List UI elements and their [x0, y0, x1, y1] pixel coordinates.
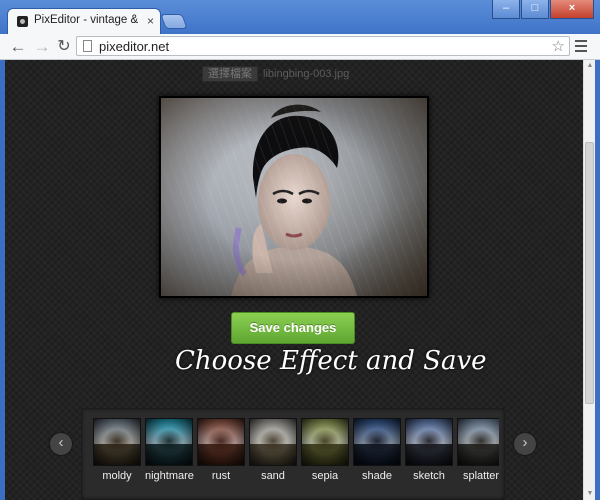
tab-title: PixEditor - vintage & retr — [34, 14, 142, 26]
pixeditor-favicon-icon — [17, 16, 28, 27]
browser-window: PixEditor - vintage & retr × – □ × ← → ↻… — [0, 0, 600, 500]
url-text[interactable]: pixeditor.net — [99, 39, 169, 54]
minimize-button[interactable]: – — [492, 0, 520, 19]
hamburger-menu-icon[interactable] — [575, 40, 587, 52]
effect-label: sketch — [413, 470, 445, 482]
effect-item[interactable]: nightmare — [145, 418, 194, 482]
effect-label: nightmare — [145, 470, 194, 482]
thumbnail-vignette — [302, 419, 348, 465]
effect-item[interactable]: moldy — [93, 418, 141, 482]
selected-file-name: libingbing-003.jpg — [263, 67, 350, 80]
effect-thumbnail[interactable] — [405, 418, 453, 466]
effect-label: rust — [211, 470, 231, 482]
previous-effects-arrow-icon[interactable]: ‹ — [50, 433, 72, 455]
thumbnail-vignette — [146, 419, 192, 465]
effect-label: shade — [362, 470, 392, 482]
effect-item[interactable]: shade — [353, 418, 401, 482]
close-window-button[interactable]: × — [550, 0, 594, 19]
edited-photo — [161, 98, 427, 296]
effect-item[interactable]: rust — [197, 418, 245, 482]
effect-thumbnail[interactable] — [353, 418, 401, 466]
effect-thumbnail[interactable] — [145, 418, 193, 466]
thumbnail-vignette — [458, 419, 499, 465]
bookmark-star-icon[interactable]: ☆ — [552, 37, 565, 55]
address-bar[interactable]: pixeditor.net ☆ — [76, 36, 570, 56]
photo-vignette-overlay — [161, 98, 427, 296]
effect-thumbnail[interactable] — [457, 418, 499, 466]
effect-item[interactable]: splatter — [457, 418, 499, 482]
photo-preview-frame — [159, 96, 429, 298]
effect-item[interactable]: sepia — [301, 418, 349, 482]
tagline-text: Choose Effect and Save — [175, 346, 487, 376]
page-content: 選擇檔案 libingbing-003.jpg Save changes Cho… — [5, 60, 583, 500]
effect-item[interactable]: sand — [249, 418, 297, 482]
effect-label: sand — [261, 470, 285, 482]
effect-label: splatter — [462, 470, 499, 482]
effects-track: moldy nightmare rust sand sepia shade sketch sp… — [89, 418, 499, 500]
effect-label: sepia — [311, 470, 339, 482]
browser-toolbar: ← → ↻ pixeditor.net ☆ — [0, 34, 600, 60]
maximize-button[interactable]: □ — [521, 0, 549, 19]
effect-item[interactable]: sketch — [405, 418, 453, 482]
effect-thumbnail[interactable] — [93, 418, 141, 466]
thumbnail-vignette — [250, 419, 296, 465]
scrollbar-thumb[interactable] — [585, 142, 594, 404]
window-controls: – □ × — [491, 0, 594, 20]
file-picker: 選擇檔案 libingbing-003.jpg — [202, 65, 350, 82]
effect-thumbnail[interactable] — [301, 418, 349, 466]
effect-thumbnail[interactable] — [197, 418, 245, 466]
browser-tab[interactable]: PixEditor - vintage & retr × — [8, 9, 160, 34]
new-tab-button[interactable] — [161, 15, 187, 28]
thumbnail-vignette — [406, 419, 452, 465]
choose-file-button[interactable]: 選擇檔案 — [202, 65, 258, 82]
scroll-up-arrow-icon[interactable]: ▲ — [586, 62, 594, 70]
effects-carousel: moldy nightmare rust sand sepia shade sketch sp… — [81, 408, 505, 500]
window-frame-right — [595, 60, 600, 500]
tab-close-icon[interactable]: × — [147, 14, 154, 28]
vertical-scrollbar[interactable]: ▲ ▼ — [583, 60, 595, 500]
next-effects-arrow-icon[interactable]: › — [514, 433, 536, 455]
scroll-down-arrow-icon[interactable]: ▼ — [586, 490, 594, 498]
back-arrow-icon[interactable]: ← — [8, 37, 28, 57]
reload-icon[interactable]: ↻ — [54, 37, 74, 57]
effect-label: moldy — [102, 470, 132, 482]
forward-arrow-icon[interactable]: → — [32, 37, 52, 57]
thumbnail-vignette — [354, 419, 400, 465]
tab-strip: PixEditor - vintage & retr × – □ × — [0, 0, 600, 34]
thumbnail-vignette — [198, 419, 244, 465]
page-icon — [83, 40, 92, 52]
thumbnail-vignette — [94, 419, 140, 465]
save-changes-button[interactable]: Save changes — [231, 312, 355, 344]
effect-thumbnail[interactable] — [249, 418, 297, 466]
